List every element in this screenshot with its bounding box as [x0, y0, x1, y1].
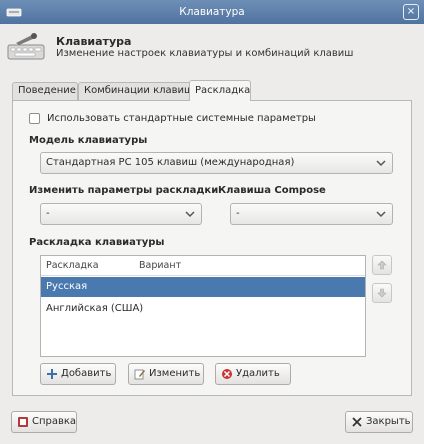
list-item[interactable]: Английская (США) — [41, 299, 365, 319]
help-icon — [18, 417, 28, 427]
chevron-down-icon — [376, 211, 386, 218]
column-header-layout[interactable]: Раскладка — [46, 260, 99, 271]
help-button[interactable]: Справка — [11, 411, 77, 433]
plus-icon — [47, 369, 57, 379]
add-layout-button[interactable]: Добавить — [40, 363, 116, 385]
tab-shortcuts[interactable]: Комбинации клавиш — [78, 82, 200, 100]
tab-behavior[interactable]: Поведение — [12, 82, 78, 100]
keyboard-app-icon — [6, 8, 22, 17]
layout-tab-panel: Использовать стандартные системные парам… — [12, 100, 412, 396]
dialog-header: Клавиатура Изменение настроек клавиатуры… — [0, 24, 424, 70]
arrow-up-icon — [377, 260, 387, 270]
keyboard-settings-window: Клавиатура × Клавиатура Изменение настро… — [0, 0, 424, 444]
keyboard-icon — [7, 33, 45, 60]
compose-key-label: Клавиша Compose — [218, 185, 326, 196]
window-title: Клавиатура — [179, 6, 245, 18]
close-label: Закрыть — [366, 416, 411, 427]
keyboard-model-label: Модель клавиатуры — [29, 135, 148, 146]
change-layout-options-combo[interactable]: - — [40, 203, 202, 225]
help-label: Справка — [32, 416, 77, 427]
edit-icon — [134, 369, 145, 380]
layouts-list-header: Раскладка Вариант — [41, 256, 365, 276]
use-system-defaults-label: Использовать стандартные системные парам… — [47, 113, 316, 124]
move-down-button[interactable] — [372, 283, 392, 303]
change-layout-options-value: - — [46, 208, 50, 219]
chevron-down-icon — [376, 160, 386, 167]
remove-icon — [222, 369, 232, 379]
use-system-defaults-checkbox[interactable] — [29, 113, 40, 124]
layouts-list[interactable]: Раскладка Вариант Русская Английская (СШ… — [40, 255, 366, 357]
keyboard-model-combo[interactable]: Стандартная PC 105 клавиш (международная… — [40, 152, 393, 174]
header-subtitle: Изменение настроек клавиатуры и комбинац… — [56, 48, 354, 59]
compose-key-value: - — [236, 208, 240, 219]
remove-layout-button[interactable]: Удалить — [215, 363, 291, 385]
compose-key-combo[interactable]: - — [230, 203, 393, 225]
column-header-variant[interactable]: Вариант — [139, 260, 181, 271]
keyboard-model-value: Стандартная PC 105 клавиш (международная… — [46, 157, 295, 168]
change-layout-options-label: Изменить параметры раскладки — [29, 185, 219, 196]
use-system-defaults-row[interactable]: Использовать стандартные системные парам… — [29, 113, 316, 124]
close-icon — [352, 417, 362, 427]
move-up-button[interactable] — [372, 255, 392, 275]
tab-layout[interactable]: Раскладка — [189, 80, 251, 101]
remove-layout-label: Удалить — [236, 368, 280, 379]
chevron-down-icon — [185, 211, 195, 218]
keyboard-layouts-label: Раскладка клавиатуры — [29, 237, 165, 248]
window-close-button[interactable]: × — [403, 4, 419, 20]
arrow-down-icon — [377, 288, 387, 298]
edit-layout-label: Изменить — [149, 368, 201, 379]
titlebar: Клавиатура × — [0, 0, 424, 24]
edit-layout-button[interactable]: Изменить — [128, 363, 204, 385]
header-title: Клавиатура — [56, 35, 132, 48]
list-item[interactable]: Русская — [41, 277, 365, 297]
add-layout-label: Добавить — [61, 368, 112, 379]
close-button[interactable]: Закрыть — [345, 411, 413, 433]
